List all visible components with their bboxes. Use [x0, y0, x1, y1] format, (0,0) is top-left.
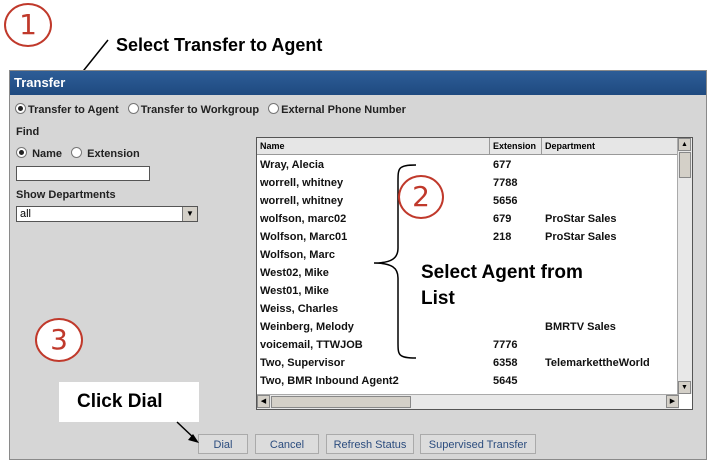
- radio-label: Transfer to Workgroup: [140, 104, 260, 116]
- radio-label: Name: [32, 148, 63, 160]
- scroll-right-icon[interactable]: ▶: [666, 395, 679, 408]
- agent-department-cell: ProStar Sales: [545, 213, 617, 225]
- column-header-name[interactable]: Name: [257, 138, 490, 154]
- agent-row[interactable]: Two, Supervisor 6358 TelemarkettheWorld: [257, 354, 679, 372]
- agent-department-cell: TelemarkettheWorld: [545, 357, 650, 369]
- supervised-transfer-button[interactable]: Supervised Transfer: [420, 434, 536, 454]
- agent-extension-cell: 679: [493, 213, 512, 225]
- radio-find-name[interactable]: Name: [16, 147, 63, 160]
- agent-name-cell: Wolfson, Marc01: [260, 231, 348, 243]
- agent-extension-cell: 7788: [493, 177, 518, 189]
- find-label: Find: [16, 126, 40, 138]
- agent-extension-cell: 5656: [493, 195, 518, 207]
- arrow-step-3: [160, 410, 210, 450]
- agent-name-cell: Wolfson, Marc: [260, 249, 335, 261]
- agent-row[interactable]: voicemail, TTWJOB 7776: [257, 336, 679, 354]
- vertical-scroll-thumb[interactable]: [679, 152, 691, 178]
- agent-row[interactable]: Wolfson, Marc01 218 ProStar Sales: [257, 228, 679, 246]
- agent-name-cell: worrell, whitney: [260, 177, 344, 189]
- agent-row[interactable]: worrell, whitney 5656: [257, 192, 679, 210]
- agent-extension-cell: 5645: [493, 375, 518, 387]
- agent-row[interactable]: Weinberg, Melody BMRTV Sales: [257, 318, 679, 336]
- step-2-caption: Select Agent from List: [419, 259, 623, 313]
- agent-name-cell: West02, Mike: [260, 267, 329, 279]
- agent-name-cell: West01, Mike: [260, 285, 329, 297]
- agent-name-cell: wolfson, marc02: [260, 213, 347, 225]
- refresh-status-button[interactable]: Refresh Status: [326, 434, 414, 454]
- agent-row[interactable]: wolfson, marc02 679 ProStar Sales: [257, 210, 679, 228]
- radio-label: Transfer to Agent: [28, 104, 119, 116]
- agent-name-cell: voicemail, TTWJOB: [260, 339, 363, 351]
- agent-row[interactable]: Two, BMR Inbound Agent2 5645: [257, 372, 679, 390]
- scroll-left-icon[interactable]: ◀: [257, 395, 270, 408]
- transfer-type-options: Transfer to Agent Transfer to Workgroup …: [15, 103, 406, 116]
- step-3-marker: 3: [35, 318, 83, 362]
- horizontal-scroll-thumb[interactable]: [271, 396, 411, 408]
- column-header-department[interactable]: Department: [542, 138, 679, 154]
- agent-name-cell: worrell, whitney: [260, 195, 344, 207]
- show-departments-label: Show Departments: [16, 189, 116, 201]
- vertical-scrollbar[interactable]: ▲ ▼: [677, 138, 692, 394]
- agent-name-cell: Weiss, Charles: [260, 303, 339, 315]
- radio-icon: [127, 103, 139, 114]
- scroll-down-icon[interactable]: ▼: [678, 381, 691, 394]
- agent-list-header: Name Extension Department: [257, 138, 679, 155]
- column-header-extension[interactable]: Extension: [490, 138, 542, 154]
- agent-department-cell: ProStar Sales: [545, 231, 617, 243]
- radio-selected-icon: [15, 103, 26, 114]
- agent-name-cell: Two, Supervisor: [260, 357, 345, 369]
- horizontal-scrollbar[interactable]: ◀ ▶: [257, 394, 679, 409]
- radio-icon: [71, 147, 83, 158]
- agent-name-cell: Two, BMR Inbound Agent2: [260, 375, 399, 387]
- agent-row[interactable]: worrell, whitney 7788: [257, 174, 679, 192]
- agent-extension-cell: 218: [493, 231, 512, 243]
- step-1-caption: Select Transfer to Agent: [116, 35, 323, 55]
- agent-department-cell: BMRTV Sales: [545, 321, 616, 333]
- radio-label: Extension: [87, 148, 140, 160]
- radio-label: External Phone Number: [281, 104, 406, 116]
- radio-transfer-to-agent[interactable]: Transfer to Agent: [15, 103, 119, 116]
- step-2-marker: 2: [398, 175, 444, 219]
- agent-name-cell: Wray, Alecia: [260, 159, 324, 171]
- agent-row[interactable]: Wray, Alecia 677: [257, 156, 679, 174]
- departments-select[interactable]: all ▼: [16, 206, 198, 222]
- agent-extension-cell: 7776: [493, 339, 518, 351]
- departments-select-value: all: [20, 208, 32, 220]
- agent-extension-cell: 6358: [493, 357, 518, 369]
- find-input[interactable]: [16, 166, 150, 181]
- radio-external-phone-number[interactable]: External Phone Number: [268, 103, 406, 116]
- chevron-down-icon[interactable]: ▼: [182, 207, 197, 221]
- radio-icon: [268, 103, 280, 114]
- scroll-up-icon[interactable]: ▲: [678, 138, 691, 151]
- find-by-options: Name Extension: [16, 147, 140, 160]
- radio-transfer-to-workgroup[interactable]: Transfer to Workgroup: [127, 103, 260, 116]
- radio-selected-icon: [16, 147, 27, 158]
- agent-extension-cell: 677: [493, 159, 512, 171]
- dialog-title: Transfer: [10, 71, 706, 95]
- cancel-button[interactable]: Cancel: [255, 434, 319, 454]
- agent-name-cell: Weinberg, Melody: [260, 321, 354, 333]
- radio-find-extension[interactable]: Extension: [71, 147, 140, 160]
